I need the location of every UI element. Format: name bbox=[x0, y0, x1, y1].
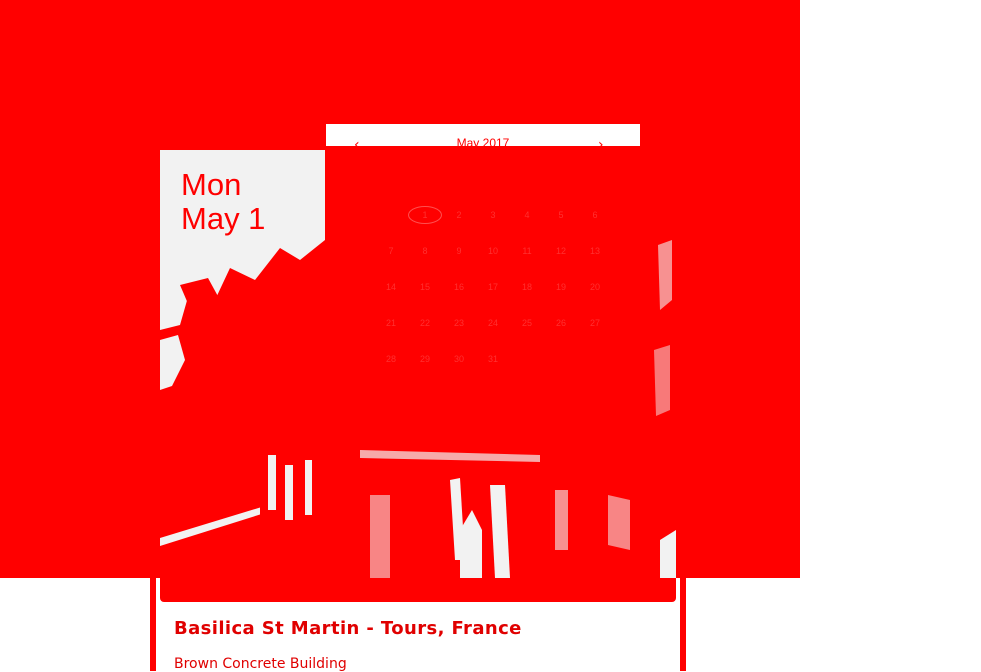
calendar-day[interactable]: 25 bbox=[510, 314, 544, 332]
calendar-day[interactable]: 22 bbox=[408, 314, 442, 332]
calendar-day[interactable]: 4 bbox=[510, 206, 544, 224]
calendar-day[interactable]: 15 bbox=[408, 278, 442, 296]
calendar-day[interactable]: 27 bbox=[578, 314, 612, 332]
calendar-day[interactable]: 6 bbox=[578, 206, 612, 224]
chevron-right-icon[interactable]: › bbox=[598, 138, 604, 152]
calendar-day[interactable]: 29 bbox=[408, 350, 442, 368]
calendar-weekday-header bbox=[374, 170, 408, 188]
calendar-day[interactable]: 18 bbox=[510, 278, 544, 296]
calendar-day[interactable]: 2 bbox=[442, 206, 476, 224]
calendar-day[interactable]: 10 bbox=[476, 242, 510, 260]
calendar-day[interactable]: 17 bbox=[476, 278, 510, 296]
calendar-empty-cell bbox=[544, 350, 578, 368]
calendar-empty-cell bbox=[510, 350, 544, 368]
calendar-weekday-header bbox=[544, 170, 578, 188]
calendar-day[interactable]: 11 bbox=[510, 242, 544, 260]
chevron-left-icon[interactable]: ‹ bbox=[354, 138, 360, 152]
calendar-empty-cell bbox=[374, 206, 408, 224]
calendar-day[interactable]: 28 bbox=[374, 350, 408, 368]
calendar-day[interactable]: 13 bbox=[578, 242, 612, 260]
calendar-day[interactable]: 12 bbox=[544, 242, 578, 260]
calendar-day[interactable]: 3 bbox=[476, 206, 510, 224]
card-divider bbox=[160, 578, 676, 602]
card-title[interactable]: Basilica St Martin - Tours, France bbox=[174, 618, 522, 639]
calendar-weekday-header bbox=[476, 170, 510, 188]
date-weekday: Mon bbox=[181, 167, 242, 202]
calendar-weekday-header bbox=[578, 170, 612, 188]
calendar-day[interactable]: 5 bbox=[544, 206, 578, 224]
site-title bbox=[0, 14, 800, 50]
calendar-weekday-header bbox=[408, 170, 442, 188]
calendar-day[interactable]: 21 bbox=[374, 314, 408, 332]
calendar-day[interactable]: 1 bbox=[408, 206, 442, 224]
date-month-day: May 1 bbox=[181, 201, 266, 236]
calendar-day[interactable]: 20 bbox=[578, 278, 612, 296]
calendar-day[interactable]: 8 bbox=[408, 242, 442, 260]
calendar-day[interactable]: 24 bbox=[476, 314, 510, 332]
calendar-day[interactable]: 16 bbox=[442, 278, 476, 296]
calendar-day[interactable]: 31 bbox=[476, 350, 510, 368]
date-display: Mon May 1 bbox=[181, 168, 321, 236]
calendar-empty-cell bbox=[578, 350, 612, 368]
calendar-day-grid: 1 2 3 4 5 6 7 8 9 10 11 12 13 14 15 16 17 18 19 20 21 22 23 24 2… bbox=[374, 170, 614, 368]
calendar-day[interactable]: 9 bbox=[442, 242, 476, 260]
calendar-month-label: May 2017 bbox=[456, 136, 510, 150]
calendar-day[interactable]: 26 bbox=[544, 314, 578, 332]
calendar-day[interactable]: 7 bbox=[374, 242, 408, 260]
calendar-weekday-header bbox=[510, 170, 544, 188]
calendar-day[interactable]: 30 bbox=[442, 350, 476, 368]
calendar-widget[interactable]: May 2017 ‹ › 1 2 3 4 5 6 7 8 9 10 11 12 13 14 15 16 17 18… bbox=[326, 124, 640, 364]
calendar-day[interactable]: 19 bbox=[544, 278, 578, 296]
calendar-weekday-header bbox=[442, 170, 476, 188]
card-subtitle: Brown Concrete Building bbox=[174, 656, 347, 672]
calendar-day[interactable]: 23 bbox=[442, 314, 476, 332]
calendar-day[interactable]: 14 bbox=[374, 278, 408, 296]
